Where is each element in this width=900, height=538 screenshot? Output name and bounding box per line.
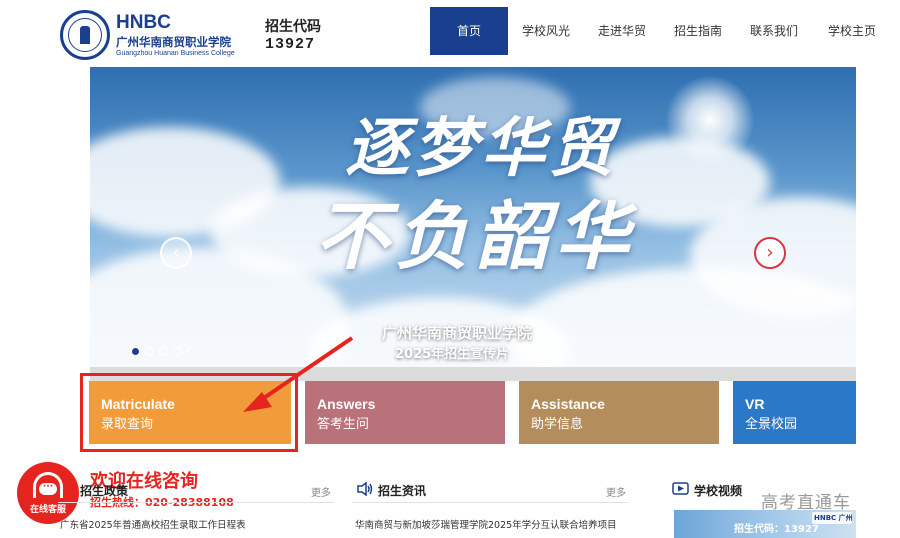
nav-campus-scenery[interactable]: 学校风光 <box>508 7 584 55</box>
nav-admission-guide[interactable]: 招生指南 <box>660 7 736 55</box>
enrollment-code-value: 13927 <box>265 36 316 53</box>
nav-about-school[interactable]: 走进华贸 <box>584 7 660 55</box>
section-title-policy: 招生政策 <box>80 484 129 498</box>
section-divider <box>352 502 628 503</box>
tile-title-en: Assistance <box>531 396 605 412</box>
school-seal-logo[interactable] <box>60 10 110 60</box>
logo-abbreviation[interactable]: HNBC <box>116 12 171 34</box>
carousel-dot[interactable] <box>187 347 196 356</box>
nav-home[interactable]: 首页 <box>430 7 508 55</box>
main-nav: 首页 学校风光 走进华贸 招生指南 联系我们 学校主页 <box>430 7 892 55</box>
tile-assistance[interactable]: Assistance 助学信息 <box>519 381 719 444</box>
carousel-dot[interactable] <box>173 347 182 356</box>
tile-title-cn: 助学信息 <box>531 417 584 432</box>
nav-contact-us[interactable]: 联系我们 <box>736 7 812 55</box>
tile-title-cn: 全景校园 <box>745 417 798 432</box>
hero-banner-carousel[interactable]: 逐梦华贸 不负韶华 广州华南商贸职业学院 2025年招生宣传片 ‹ › <box>90 67 856 367</box>
section-divider <box>58 502 334 503</box>
annotation-highlight-box <box>80 373 298 452</box>
carousel-prev-button[interactable]: ‹ <box>160 237 192 269</box>
tile-title-en: VR <box>745 396 765 412</box>
carousel-dot[interactable] <box>159 347 168 356</box>
tile-answers[interactable]: Answers 答考生问 <box>305 381 505 444</box>
banner-slogan-line1: 逐梦华贸 <box>345 111 617 186</box>
policy-more-link[interactable]: 更多 <box>311 484 331 499</box>
video-play-icon <box>672 482 689 495</box>
speaker-icon <box>357 482 373 496</box>
banner-caption-school: 广州华南商贸职业学院 <box>382 324 533 342</box>
page: HNBC 广州华南商贸职业学院 Guangzhou Huanan Busines… <box>0 0 900 538</box>
news-more-link[interactable]: 更多 <box>606 484 626 499</box>
logo-school-name[interactable]: 广州华南商贸职业学院 <box>116 34 231 50</box>
enrollment-code-label: 招生代码 <box>265 19 321 35</box>
chat-bubble-icon: ··· <box>39 483 57 495</box>
carousel-pagination <box>131 347 196 356</box>
banner-slogan-line2: 不负韶华 <box>315 194 635 280</box>
tile-vr[interactable]: VR 全景校园 <box>733 381 856 444</box>
online-support-label: 在线客服 <box>29 505 66 515</box>
logo-school-name-english: Guangzhou Huanan Business College <box>116 50 235 57</box>
carousel-dot-active[interactable] <box>131 347 140 356</box>
section-title-news: 招生资讯 <box>378 484 427 498</box>
carousel-dot[interactable] <box>145 347 154 356</box>
tile-title-en: Answers <box>317 396 376 412</box>
section-title-video: 学校视频 <box>694 484 743 498</box>
policy-news-item[interactable]: 广东省2025年普通高校招生录取工作日程表 <box>60 517 246 531</box>
banner-caption-video: 2025年招生宣传片 <box>395 347 510 362</box>
news-item[interactable]: 华南商贸与新加坡莎瑞管理学院2025年学分互认联合培养项目 <box>355 517 617 531</box>
online-support-button[interactable]: ··· 在线客服 <box>17 462 79 524</box>
video-thumbnail-code: 招生代码：13927 <box>734 524 819 535</box>
carousel-next-button[interactable]: › <box>754 237 786 269</box>
tile-title-cn: 答考生问 <box>317 417 370 432</box>
nav-school-homepage[interactable]: 学校主页 <box>812 7 892 55</box>
watermark: 高考直通车 <box>761 493 851 513</box>
